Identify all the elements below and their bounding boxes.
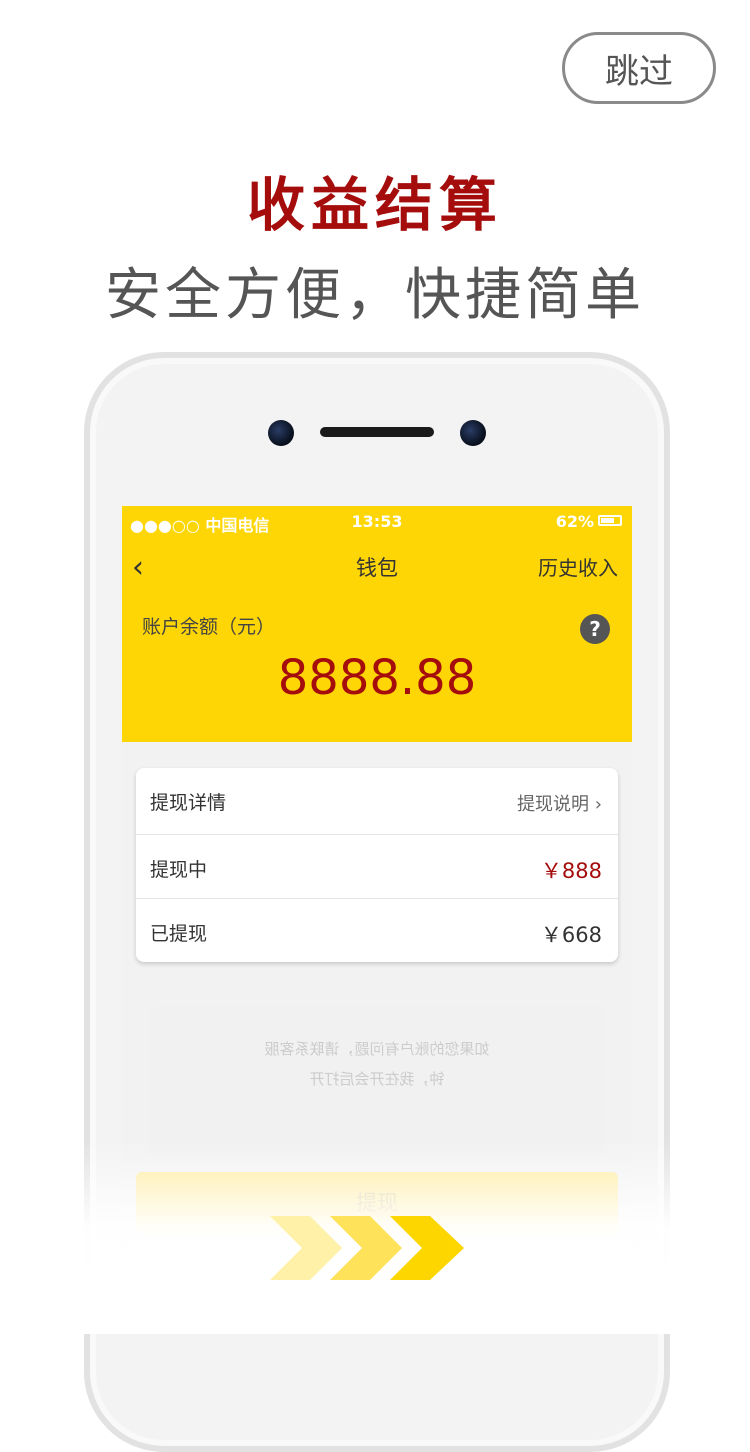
battery-percent: 62% bbox=[555, 512, 594, 531]
skip-button[interactable]: 跳过 bbox=[562, 32, 716, 104]
camera-icon bbox=[268, 420, 294, 446]
balance-label: 账户余额（元） bbox=[142, 616, 276, 638]
faded-note: 如果您的账户有问题，请联系客服 bbox=[264, 1040, 490, 1058]
phone-screen: ●●●○○ 中国电信 13:53 62% ‹ 钱包 历史收入 账户余额（元） ?… bbox=[122, 506, 632, 1234]
details-title: 提现详情 bbox=[150, 792, 227, 814]
withdraw-explain-link[interactable]: 提现说明 › bbox=[517, 790, 602, 816]
wallet-header: ●●●○○ 中国电信 13:53 62% ‹ 钱包 历史收入 账户余额（元） ?… bbox=[122, 506, 632, 742]
row-value: ￥668 bbox=[540, 923, 602, 947]
battery-icon bbox=[598, 515, 622, 526]
headline: 收益结算 bbox=[246, 171, 503, 239]
question-icon[interactable]: ? bbox=[580, 614, 610, 644]
history-income-link[interactable]: 历史收入 bbox=[538, 552, 618, 581]
status-bar: ●●●○○ 中国电信 13:53 62% bbox=[122, 506, 632, 536]
faded-note: 钟，我在开会后打开 bbox=[309, 1070, 445, 1088]
next-arrows-icon[interactable] bbox=[270, 1216, 480, 1280]
subline: 安全方便，快捷简单 bbox=[105, 263, 645, 328]
sensor-icon bbox=[460, 420, 486, 446]
list-item[interactable]: 已提现 ￥668 bbox=[136, 898, 618, 963]
list-item[interactable]: 提现中 ￥888 bbox=[136, 834, 618, 899]
explain-link-label: 提现说明 bbox=[517, 794, 590, 815]
chevron-right-icon: › bbox=[594, 794, 602, 815]
row-value: ￥888 bbox=[540, 859, 602, 883]
row-label: 提现中 bbox=[150, 859, 208, 881]
balance-amount: 8888.88 bbox=[277, 650, 477, 706]
speaker-grille bbox=[320, 427, 434, 437]
details-header-row: 提现详情 提现说明 › bbox=[136, 768, 618, 832]
withdraw-details-card: 提现详情 提现说明 › 提现中 ￥888 已提现 ￥668 bbox=[136, 768, 618, 962]
row-label: 已提现 bbox=[150, 923, 208, 945]
